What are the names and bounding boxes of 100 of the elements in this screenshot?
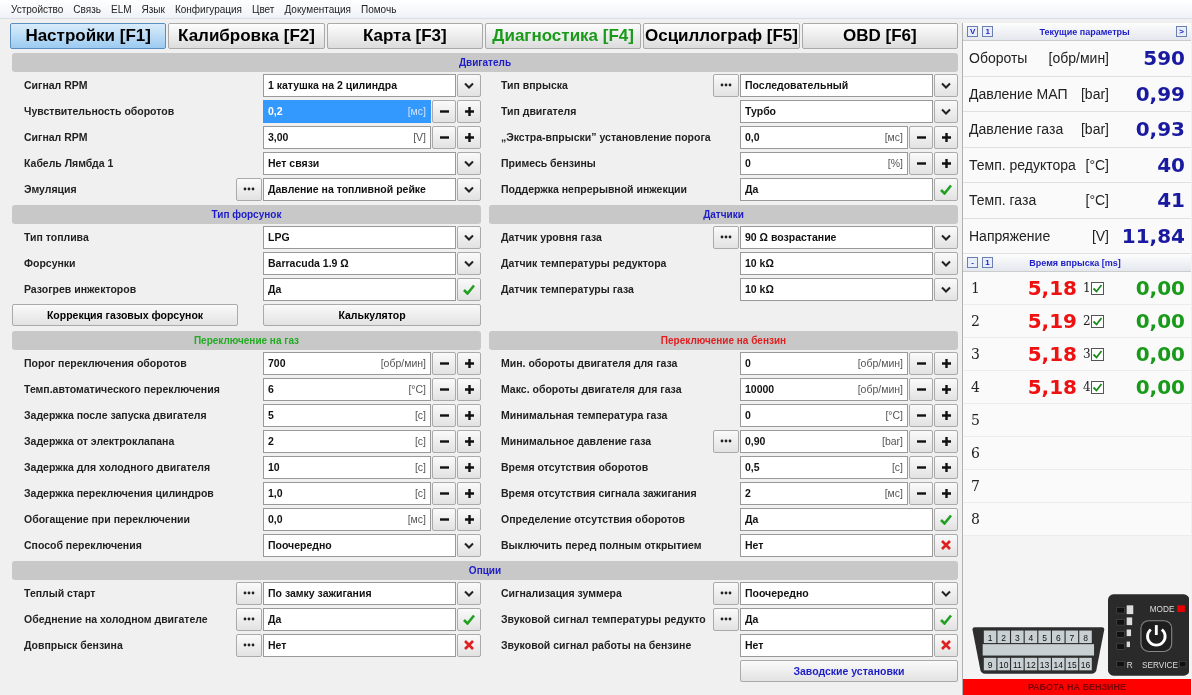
value-field[interactable]: Нет xyxy=(263,633,456,657)
checkbox[interactable] xyxy=(1091,314,1104,328)
value-field[interactable]: По замку зажигания xyxy=(263,581,456,605)
value-field[interactable]: Нет xyxy=(740,533,933,557)
tab[interactable]: Осциллограф [F5] xyxy=(643,23,800,49)
value-field[interactable]: 0,5 [с] xyxy=(740,455,908,479)
value-field[interactable]: 0,0 [мс] xyxy=(740,125,908,149)
dropdown-button[interactable] xyxy=(934,251,958,275)
value-field[interactable]: 3,00 [V] xyxy=(263,125,431,149)
decrement-button[interactable] xyxy=(432,125,456,149)
panel-button[interactable]: > xyxy=(1176,26,1187,37)
increment-button[interactable] xyxy=(457,507,481,531)
value-field[interactable]: 10 kΩ xyxy=(740,277,933,301)
dropdown-button[interactable] xyxy=(934,99,958,123)
tab[interactable]: Настройки [F1] xyxy=(10,23,167,49)
decrement-button[interactable] xyxy=(432,429,456,453)
value-field[interactable]: 2 [с] xyxy=(263,429,431,453)
increment-button[interactable] xyxy=(934,377,958,401)
value-field[interactable]: Да xyxy=(740,607,933,631)
decrement-button[interactable] xyxy=(909,377,933,401)
dropdown-button[interactable] xyxy=(457,177,481,201)
value-field[interactable]: 700 [обр/мин] xyxy=(263,351,431,375)
decrement-button[interactable] xyxy=(432,455,456,479)
value-field[interactable]: Давление на топливной рейке xyxy=(263,177,456,201)
increment-button[interactable] xyxy=(934,351,958,375)
value-field[interactable]: 0,90 [bar] xyxy=(740,429,908,453)
menu-item[interactable]: Цвет xyxy=(247,3,280,15)
tab[interactable]: OBD [F6] xyxy=(801,23,958,49)
menu-item[interactable]: Устройство xyxy=(6,3,69,15)
increment-button[interactable] xyxy=(934,455,958,479)
dropdown-button[interactable] xyxy=(457,225,481,249)
value-field[interactable]: Последовательный xyxy=(740,73,933,97)
decrement-button[interactable] xyxy=(432,99,456,123)
panel-button[interactable]: 1 xyxy=(982,257,993,268)
value-field[interactable]: 0,0 [мс] xyxy=(263,507,431,531)
increment-button[interactable] xyxy=(934,481,958,505)
toggle-button[interactable] xyxy=(934,633,958,657)
dropdown-button[interactable] xyxy=(457,533,481,557)
value-field[interactable]: LPG xyxy=(263,225,456,249)
dropdown-button[interactable] xyxy=(457,251,481,275)
value-field[interactable]: 0 [обр/мин] xyxy=(740,351,908,375)
toggle-button[interactable] xyxy=(934,177,958,201)
decrement-button[interactable] xyxy=(432,351,456,375)
toggle-button[interactable] xyxy=(934,607,958,631)
value-field[interactable]: Да xyxy=(263,607,456,631)
value-field[interactable]: Да xyxy=(740,177,933,201)
value-field[interactable]: Barracuda 1.9 Ω xyxy=(263,251,456,275)
menu-item[interactable]: Помочь xyxy=(356,3,402,15)
decrement-button[interactable] xyxy=(909,455,933,479)
menu-item[interactable]: ELM xyxy=(105,3,137,15)
decrement-button[interactable] xyxy=(432,403,456,427)
value-field[interactable]: Да xyxy=(263,277,456,301)
increment-button[interactable] xyxy=(457,429,481,453)
action-button[interactable]: Калькулятор xyxy=(263,304,481,326)
value-field[interactable]: 0 [%] xyxy=(740,151,908,175)
dropdown-button[interactable] xyxy=(934,73,958,97)
increment-button[interactable] xyxy=(457,455,481,479)
value-field[interactable]: Турбо xyxy=(740,99,933,123)
decrement-button[interactable] xyxy=(909,403,933,427)
increment-button[interactable] xyxy=(934,151,958,175)
increment-button[interactable] xyxy=(934,125,958,149)
value-field[interactable]: 6 [°C] xyxy=(263,377,431,401)
value-field[interactable]: 1,0 [с] xyxy=(263,481,431,505)
value-field[interactable]: Нет xyxy=(740,633,933,657)
dropdown-button[interactable] xyxy=(934,581,958,605)
value-field[interactable]: 0 [°C] xyxy=(740,403,908,427)
dropdown-button[interactable] xyxy=(457,151,481,175)
decrement-button[interactable] xyxy=(909,125,933,149)
decrement-button[interactable] xyxy=(909,481,933,505)
increment-button[interactable] xyxy=(457,481,481,505)
increment-button[interactable] xyxy=(457,351,481,375)
checkbox[interactable] xyxy=(1091,347,1104,361)
toggle-button[interactable] xyxy=(934,533,958,557)
toggle-button[interactable] xyxy=(457,277,481,301)
value-field[interactable]: 90 Ω возрастание xyxy=(740,225,933,249)
value-field[interactable]: Поочередно xyxy=(263,533,456,557)
increment-button[interactable] xyxy=(457,377,481,401)
increment-button[interactable] xyxy=(934,403,958,427)
value-field[interactable]: Да xyxy=(740,507,933,531)
dropdown-button[interactable] xyxy=(934,225,958,249)
value-field[interactable]: Нет связи xyxy=(263,151,456,175)
checkbox[interactable] xyxy=(1091,380,1104,394)
decrement-button[interactable] xyxy=(432,481,456,505)
tab[interactable]: Карта [F3] xyxy=(326,23,483,49)
menu-item[interactable]: Связь xyxy=(68,3,106,15)
panel-button[interactable]: V xyxy=(967,26,979,37)
increment-button[interactable] xyxy=(457,403,481,427)
value-field[interactable]: Поочередно xyxy=(740,581,933,605)
dropdown-button[interactable] xyxy=(457,581,481,605)
dropdown-button[interactable] xyxy=(934,277,958,301)
value-field[interactable]: 10 [с] xyxy=(263,455,431,479)
value-field[interactable]: 1 катушка на 2 цилиндра xyxy=(263,73,456,97)
decrement-button[interactable] xyxy=(909,351,933,375)
menu-item[interactable]: Язык xyxy=(136,3,170,15)
panel-button[interactable]: 1 xyxy=(982,26,994,37)
action-button[interactable]: Коррекция газовых форсунок xyxy=(12,304,238,326)
decrement-button[interactable] xyxy=(909,151,933,175)
increment-button[interactable] xyxy=(934,429,958,453)
toggle-button[interactable] xyxy=(457,633,481,657)
toggle-button[interactable] xyxy=(934,507,958,531)
